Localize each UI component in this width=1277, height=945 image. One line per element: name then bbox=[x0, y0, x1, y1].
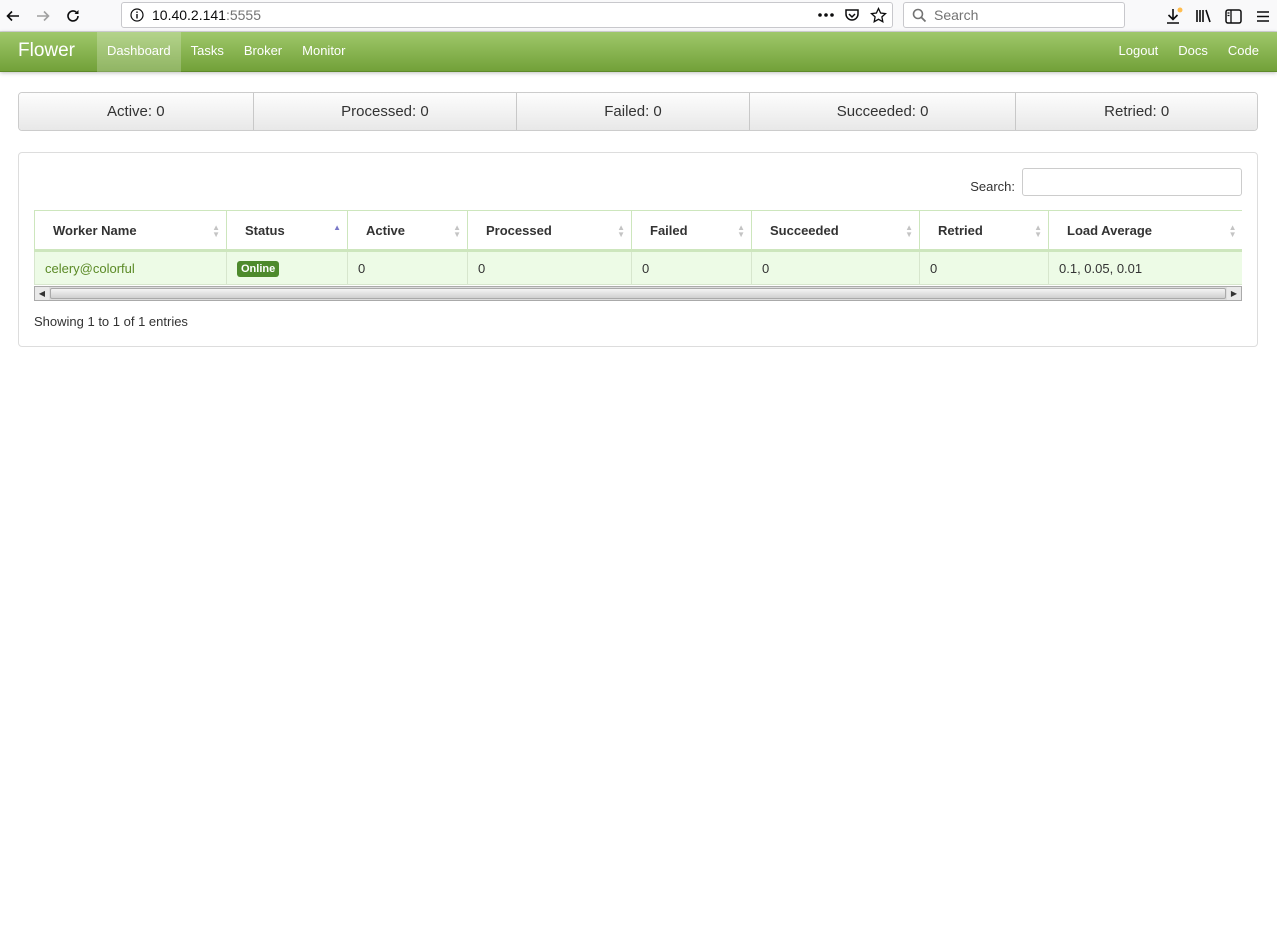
download-icon bbox=[1167, 7, 1183, 24]
nav-logout[interactable]: Logout bbox=[1109, 32, 1169, 72]
column-label: Active bbox=[366, 222, 406, 238]
sidebar-button[interactable] bbox=[1222, 5, 1244, 27]
status-cell: Online bbox=[226, 250, 348, 285]
right-nav: Logout Docs Code bbox=[1109, 32, 1269, 72]
status-badge: Online bbox=[237, 260, 280, 277]
reload-button[interactable] bbox=[61, 4, 85, 28]
column-header-retried[interactable]: Retried ▲ ▼ bbox=[919, 210, 1049, 252]
workers-panel: Search: Worker Name ▲ ▼ Status ▲ ▼ Active ▲ ▼ … bbox=[18, 152, 1258, 347]
summary-succeeded[interactable]: Succeeded: 0 bbox=[749, 93, 1017, 130]
scrollbar-thumb[interactable] bbox=[50, 288, 1226, 299]
table-search-input[interactable] bbox=[1022, 168, 1242, 196]
main-nav: Dashboard Tasks Broker Monitor bbox=[97, 32, 356, 72]
summary-active[interactable]: Active: 0 bbox=[19, 93, 254, 130]
downloads-button[interactable] bbox=[1163, 5, 1185, 27]
table-search-label: Search: bbox=[970, 179, 1015, 194]
sort-icon: ▲ ▼ bbox=[737, 223, 745, 239]
column-header-failed[interactable]: Failed ▲ ▼ bbox=[631, 210, 752, 252]
forward-arrow-icon bbox=[37, 10, 50, 22]
processed-cell: 0 bbox=[467, 250, 632, 285]
nav-code[interactable]: Code bbox=[1218, 32, 1269, 72]
library-icon bbox=[1196, 9, 1211, 23]
load-average-cell: 0.1, 0.05, 0.01 bbox=[1048, 250, 1242, 285]
column-label: Retried bbox=[938, 222, 983, 238]
active-cell: 0 bbox=[347, 250, 468, 285]
workers-table-wrapper: Worker Name ▲ ▼ Status ▲ ▼ Active ▲ ▼ Processe… bbox=[34, 210, 1242, 304]
sort-icon: ▲ ▼ bbox=[617, 223, 625, 239]
nav-broker[interactable]: Broker bbox=[234, 32, 292, 72]
browser-search-input[interactable] bbox=[934, 7, 1114, 23]
nav-docs[interactable]: Docs bbox=[1168, 32, 1218, 72]
nav-tasks[interactable]: Tasks bbox=[181, 32, 234, 72]
sidebar-icon bbox=[1224, 8, 1242, 24]
scroll-right-arrow-icon[interactable]: ▶ bbox=[1227, 287, 1241, 300]
hamburger-menu-icon bbox=[1257, 10, 1269, 22]
navbar: Flower Dashboard Tasks Broker Monitor Lo… bbox=[0, 32, 1277, 72]
brand-logo[interactable]: Flower bbox=[18, 40, 75, 62]
menu-button[interactable] bbox=[1252, 5, 1274, 27]
sort-icon: ▲ ▼ bbox=[1228, 223, 1237, 239]
failed-cell: 0 bbox=[631, 250, 752, 285]
workers-table: Worker Name ▲ ▼ Status ▲ ▼ Active ▲ ▼ Processe… bbox=[34, 210, 1242, 285]
sort-icon: ▲ ▼ bbox=[453, 223, 461, 239]
nav-monitor[interactable]: Monitor bbox=[292, 32, 355, 72]
forward-button[interactable] bbox=[31, 4, 55, 28]
url-port: :5555 bbox=[225, 7, 262, 23]
summary-failed[interactable]: Failed: 0 bbox=[517, 93, 750, 130]
sort-icon: ▲ ▼ bbox=[1034, 223, 1042, 239]
horizontal-scrollbar[interactable]: ◀ ▶ bbox=[34, 286, 1242, 301]
library-button[interactable] bbox=[1193, 5, 1215, 27]
table-row: celery@colorful Online 0 0 0 0 0 0.1, 0.… bbox=[34, 250, 1242, 285]
column-header-load-average[interactable]: Load Average ▲ ▼ bbox=[1048, 210, 1242, 252]
summary-processed[interactable]: Processed: 0 bbox=[253, 93, 518, 130]
succeeded-cell: 0 bbox=[751, 250, 920, 285]
column-label: Succeeded bbox=[770, 222, 839, 238]
column-header-active[interactable]: Active ▲ ▼ bbox=[347, 210, 468, 252]
column-header-processed[interactable]: Processed ▲ ▼ bbox=[467, 210, 632, 252]
summary-retried[interactable]: Retried: 0 bbox=[1016, 93, 1257, 130]
address-bar[interactable]: 10.40.2.141:5555 bbox=[121, 2, 893, 28]
column-label: Failed bbox=[650, 222, 688, 238]
retried-cell: 0 bbox=[919, 250, 1049, 285]
sort-icon: ▲ ▼ bbox=[905, 223, 913, 239]
column-label: Processed bbox=[486, 222, 552, 238]
column-header-succeeded[interactable]: Succeeded ▲ ▼ bbox=[751, 210, 920, 252]
column-header-status[interactable]: Status ▲ ▼ bbox=[226, 210, 348, 252]
url-host: 10.40.2.141 bbox=[152, 7, 226, 23]
column-header-worker-name[interactable]: Worker Name ▲ ▼ bbox=[34, 210, 227, 252]
nav-dashboard[interactable]: Dashboard bbox=[97, 32, 181, 72]
browser-search-box[interactable] bbox=[903, 2, 1125, 28]
column-label: Worker Name bbox=[53, 222, 137, 238]
reload-icon bbox=[67, 10, 79, 22]
scroll-left-arrow-icon[interactable]: ◀ bbox=[35, 287, 49, 300]
back-arrow-icon bbox=[6, 10, 19, 22]
sort-ascending-icon: ▲ ▼ bbox=[333, 223, 341, 239]
table-info: Showing 1 to 1 of 1 entries bbox=[34, 314, 188, 329]
column-label: Load Average bbox=[1067, 222, 1153, 238]
column-label: Status bbox=[245, 222, 285, 238]
summary-bar: Active: 0 Processed: 0 Failed: 0 Succeed… bbox=[18, 92, 1258, 131]
pocket-icon[interactable] bbox=[842, 6, 862, 24]
browser-toolbar: 10.40.2.141:5555 bbox=[0, 0, 1277, 32]
page-actions-icon[interactable] bbox=[816, 6, 836, 24]
url-text: 10.40.2.141:5555 bbox=[152, 7, 261, 23]
table-header-row: Worker Name ▲ ▼ Status ▲ ▼ Active ▲ ▼ Processe… bbox=[34, 210, 1242, 252]
site-info-icon[interactable] bbox=[122, 8, 152, 22]
search-icon bbox=[904, 8, 934, 23]
worker-name-link[interactable]: celery@colorful bbox=[34, 250, 227, 285]
back-button[interactable] bbox=[1, 4, 25, 28]
sort-icon: ▲ ▼ bbox=[212, 223, 220, 239]
bookmark-star-icon[interactable] bbox=[868, 6, 888, 24]
